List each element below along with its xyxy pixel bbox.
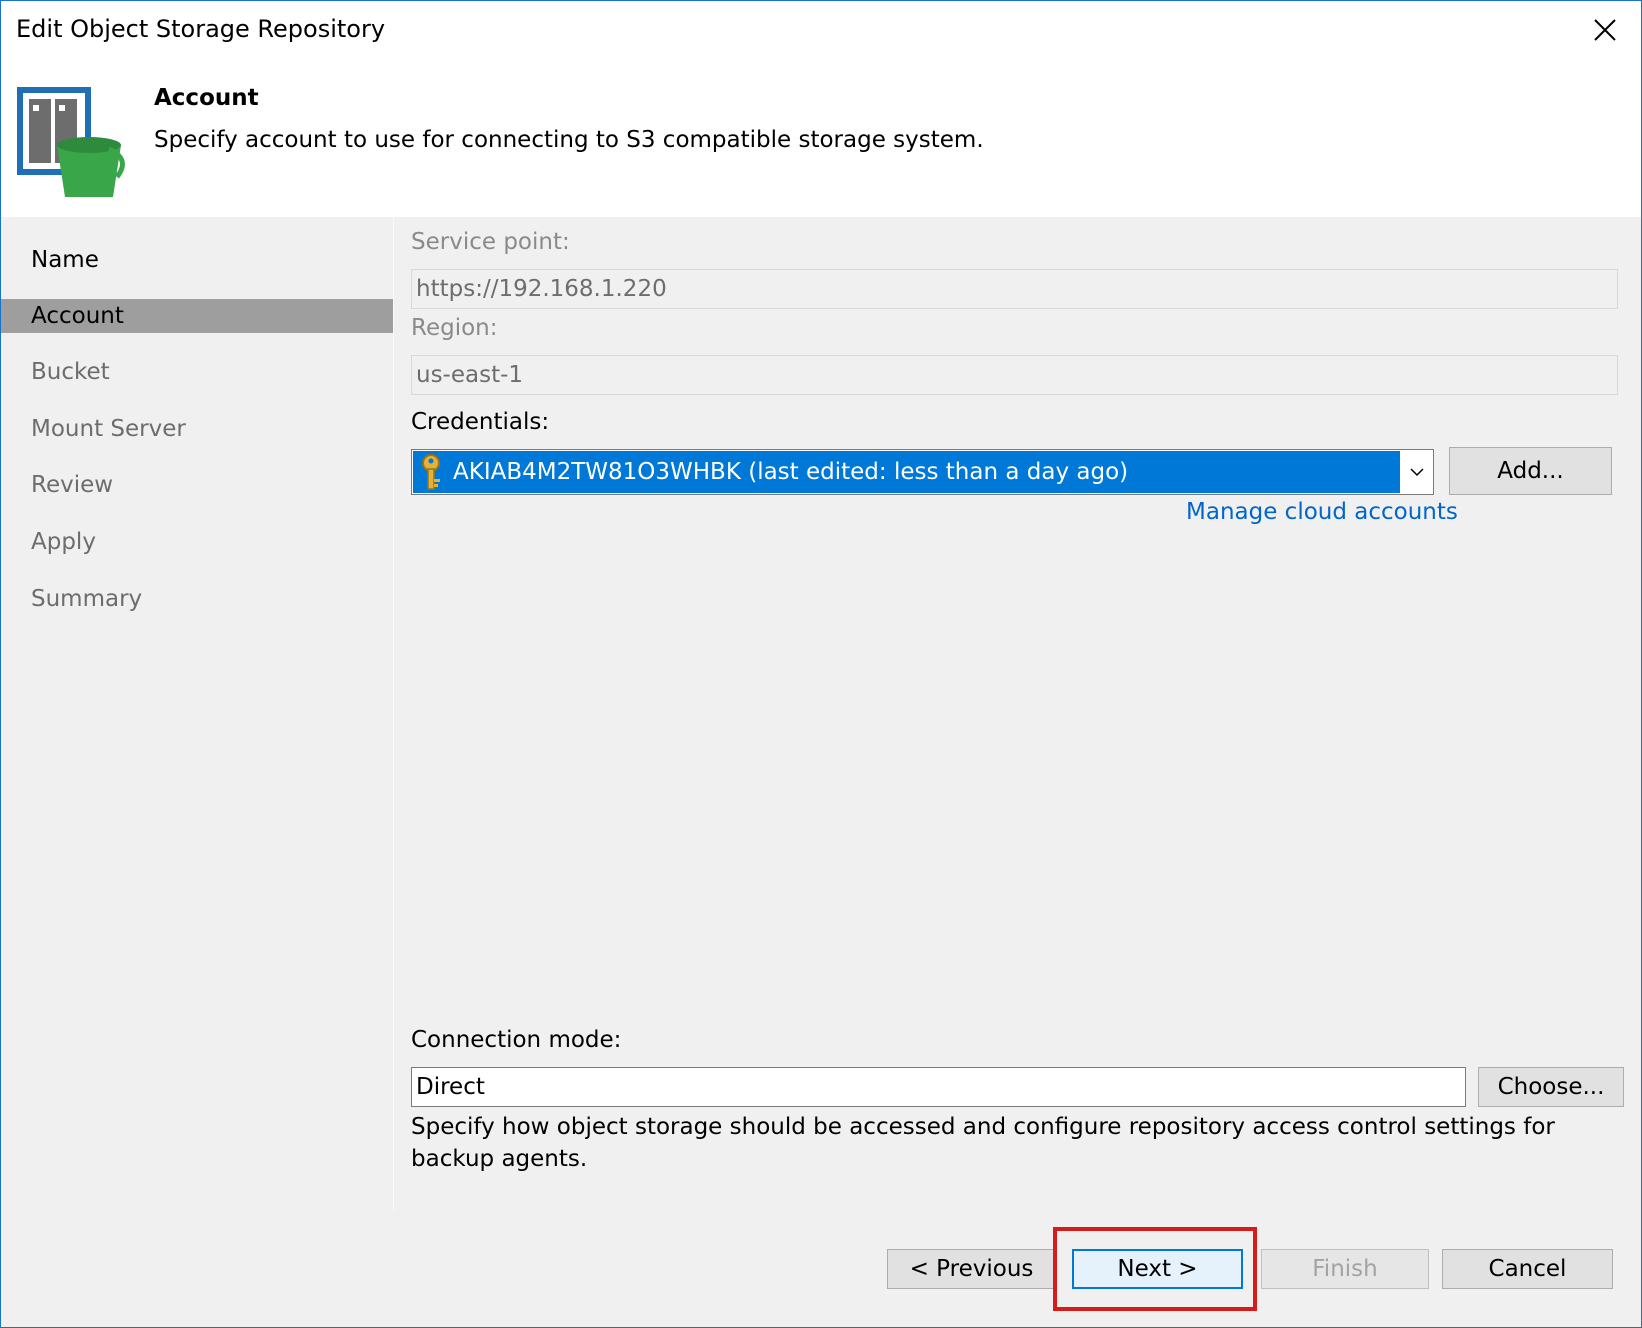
finish-button: Finish <box>1261 1249 1429 1289</box>
next-button-highlight <box>1053 1227 1257 1311</box>
credentials-selected: AKIAB4M2TW81O3WHBK (last edited: less th… <box>413 451 1400 493</box>
credentials-value: AKIAB4M2TW81O3WHBK (last edited: less th… <box>453 459 1129 485</box>
step-mount-server: Mount Server <box>31 416 186 442</box>
wizard-footer: < Previous Next > Finish Cancel <box>1 1211 1641 1327</box>
object-storage-icon <box>17 87 125 197</box>
add-credentials-button[interactable]: Add... <box>1449 447 1612 495</box>
close-icon <box>1594 19 1616 41</box>
cancel-button[interactable]: Cancel <box>1442 1249 1613 1289</box>
connection-mode-note: Specify how object storage should be acc… <box>411 1114 1555 1172</box>
wizard-window: Edit Object Storage Repository Account S… <box>0 0 1642 1328</box>
step-apply: Apply <box>31 529 96 555</box>
step-review: Review <box>31 472 114 498</box>
step-bucket: Bucket <box>31 359 110 385</box>
step-name[interactable]: Name <box>1 243 393 277</box>
region-field: us-east-1 <box>411 355 1618 395</box>
credentials-dropdown[interactable]: AKIAB4M2TW81O3WHBK (last edited: less th… <box>411 449 1434 495</box>
steps-sidebar: Name Account Bucket Mount Server Review … <box>1 217 393 1211</box>
title-bar: Edit Object Storage Repository <box>1 1 1641 65</box>
account-form: Service point: https://192.168.1.220 Reg… <box>394 217 1641 1211</box>
close-button[interactable] <box>1569 1 1641 59</box>
credentials-label: Credentials: <box>411 409 550 435</box>
key-icon <box>413 451 453 493</box>
previous-button[interactable]: < Previous <box>887 1249 1056 1289</box>
connection-mode-field: Direct <box>411 1067 1466 1107</box>
service-point-field: https://192.168.1.220 <box>411 269 1618 309</box>
window-title: Edit Object Storage Repository <box>16 15 386 43</box>
chevron-down-icon[interactable] <box>1401 450 1433 494</box>
page-description: Specify account to use for connecting to… <box>154 127 984 153</box>
manage-cloud-accounts-link[interactable]: Manage cloud accounts <box>1186 499 1458 525</box>
choose-button[interactable]: Choose... <box>1478 1067 1624 1107</box>
service-point-label: Service point: <box>411 229 570 255</box>
step-account[interactable]: Account <box>1 299 393 333</box>
step-summary: Summary <box>31 586 143 612</box>
wizard-header: Account Specify account to use for conne… <box>1 65 1641 217</box>
connection-mode-label: Connection mode: <box>411 1027 622 1053</box>
page-title: Account <box>154 85 259 111</box>
region-label: Region: <box>411 315 498 341</box>
